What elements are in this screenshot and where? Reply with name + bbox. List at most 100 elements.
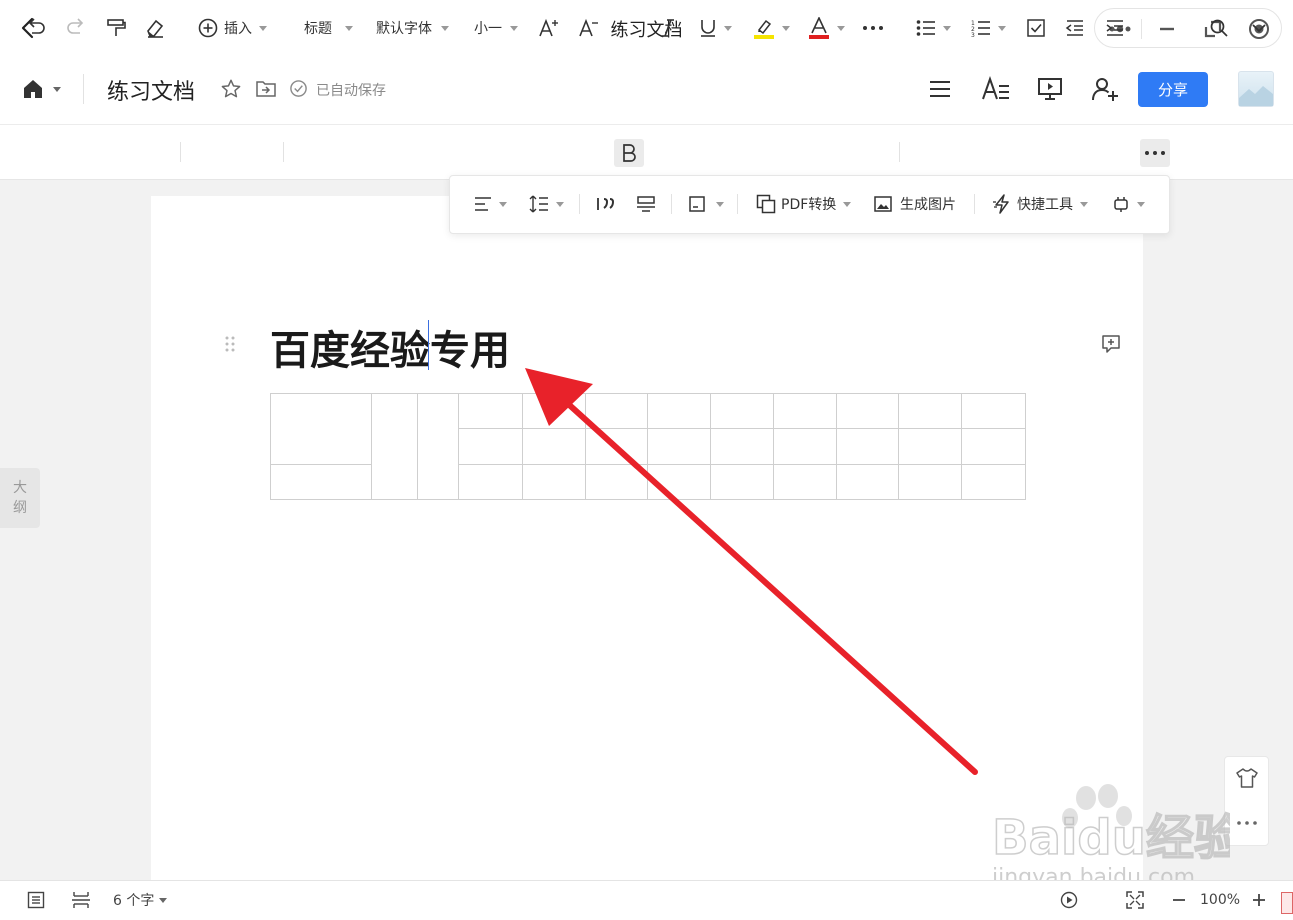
chevron-down-icon — [943, 25, 951, 31]
chevron-down-icon — [259, 25, 267, 31]
chevron-down-icon — [53, 86, 61, 92]
zoom-out-icon[interactable] — [1172, 890, 1186, 910]
chevron-down-icon — [441, 25, 449, 31]
outline-label: 大 — [13, 480, 27, 496]
decrease-font-icon[interactable] — [578, 14, 600, 42]
numbered-list-menu[interactable]: 123 — [971, 14, 1006, 42]
numbered-list-icon: 123 — [971, 19, 991, 37]
pdf-convert-menu[interactable]: PDF转换 — [756, 190, 852, 218]
chevron-down-icon — [556, 201, 564, 207]
more-format-icon[interactable] — [862, 14, 884, 42]
line-spacing-icon — [529, 195, 549, 213]
menu-icon[interactable] — [928, 77, 952, 101]
page-layout-menu[interactable] — [688, 190, 724, 218]
highlight-menu[interactable] — [753, 14, 790, 42]
more-options-icon[interactable] — [1236, 820, 1258, 826]
zoom-level[interactable]: 100% — [1200, 890, 1240, 910]
formatting-toolbar — [0, 124, 1293, 180]
star-icon[interactable] — [220, 78, 242, 100]
home-menu[interactable] — [22, 78, 61, 100]
generate-image-button[interactable]: 生成图片 — [874, 190, 956, 218]
outline-label: 纲 — [13, 500, 27, 516]
paragraph-style-select[interactable]: 标题 — [304, 14, 353, 42]
more-icon — [1144, 150, 1166, 156]
eraser-icon[interactable] — [144, 14, 166, 42]
quote-icon[interactable] — [596, 190, 616, 218]
align-menu[interactable] — [474, 190, 507, 218]
chevron-down-icon — [837, 25, 845, 31]
avatar[interactable] — [1238, 71, 1274, 107]
chevron-down-icon — [782, 25, 790, 31]
undo-icon[interactable] — [25, 14, 47, 42]
chevron-down-icon — [716, 201, 724, 207]
highlighter-icon — [753, 17, 775, 39]
font-color-menu[interactable] — [808, 14, 845, 42]
chevron-down-icon — [499, 201, 507, 207]
search-icon[interactable] — [1209, 14, 1229, 42]
bullet-list-menu[interactable] — [916, 14, 951, 42]
divider — [180, 142, 181, 162]
style-label: 标题 — [304, 21, 332, 37]
font-size-select[interactable]: 小一 — [474, 14, 518, 42]
plugin-menu[interactable] — [1112, 190, 1145, 218]
document-header: 练习文档 已自动保存 分享 — [0, 56, 1293, 124]
title-bar: 练习文档 — [0, 0, 1293, 56]
page-break-icon[interactable] — [71, 890, 91, 910]
corner-badge — [1281, 892, 1293, 914]
format-painter-icon[interactable] — [105, 14, 127, 42]
outline-view-icon[interactable] — [27, 890, 45, 910]
watermark-brand: Baidu经验 — [992, 810, 1230, 866]
copy-convert-icon — [756, 194, 776, 214]
underline-menu[interactable] — [699, 14, 732, 42]
divider — [1141, 19, 1142, 39]
italic-icon[interactable] — [660, 14, 676, 42]
page-layout-icon — [688, 195, 706, 213]
divider — [283, 142, 284, 162]
baidu-watermark: Baidu经验 jingyan.baidu.com — [990, 780, 1230, 890]
chevron-down-icon — [843, 201, 852, 207]
drag-handle-icon[interactable] — [224, 335, 236, 353]
insert-menu[interactable]: 插入 — [198, 14, 267, 42]
divider — [579, 194, 580, 214]
chevron-down-icon — [1080, 201, 1088, 207]
quick-tools-menu[interactable]: 快捷工具 — [992, 190, 1088, 218]
floating-panel — [1224, 756, 1269, 846]
more-tools-button[interactable] — [1140, 139, 1170, 167]
play-icon[interactable] — [1060, 890, 1078, 910]
checkbox-list-icon[interactable] — [1026, 14, 1046, 42]
add-collaborator-icon[interactable] — [1091, 76, 1119, 102]
bold-button[interactable] — [614, 139, 644, 167]
redo-icon[interactable] — [65, 14, 87, 42]
fullscreen-icon[interactable] — [1126, 890, 1144, 910]
document-title[interactable]: 练习文档 — [107, 74, 195, 106]
theme-shirt-icon[interactable] — [1236, 768, 1258, 788]
word-count[interactable]: 6 个字 — [113, 890, 168, 910]
increase-font-icon[interactable] — [538, 14, 560, 42]
indent-icon[interactable] — [1105, 14, 1125, 42]
chevron-down-icon — [510, 25, 518, 31]
share-button[interactable]: 分享 — [1138, 72, 1208, 107]
move-folder-icon[interactable] — [255, 78, 277, 100]
outdent-icon[interactable] — [1065, 14, 1085, 42]
align-left-icon — [474, 196, 492, 212]
text-style-icon[interactable] — [981, 76, 1011, 102]
divider-line-icon[interactable] — [636, 190, 656, 218]
underline-icon — [699, 18, 717, 38]
autosave-status: 已自动保存 — [316, 83, 386, 99]
minimize-icon[interactable] — [1153, 15, 1181, 43]
outline-tab[interactable]: 大 纲 — [0, 468, 40, 528]
saved-check-icon — [289, 79, 308, 98]
text-cursor — [428, 320, 429, 370]
line-spacing-menu[interactable] — [529, 190, 564, 218]
collapse-toolbar-icon[interactable] — [1250, 14, 1268, 42]
zoom-in-icon[interactable] — [1252, 890, 1266, 910]
status-bar — [0, 880, 1293, 920]
font-family-select[interactable]: 默认字体 — [376, 14, 449, 42]
divider — [899, 142, 900, 162]
add-comment-icon[interactable] — [1101, 334, 1121, 354]
presentation-icon[interactable] — [1037, 76, 1063, 102]
annotation-arrow — [515, 362, 985, 782]
document-heading[interactable]: 百度经验专用 — [270, 318, 510, 376]
insert-label: 插入 — [224, 21, 252, 37]
chevron-down-icon — [724, 25, 732, 31]
